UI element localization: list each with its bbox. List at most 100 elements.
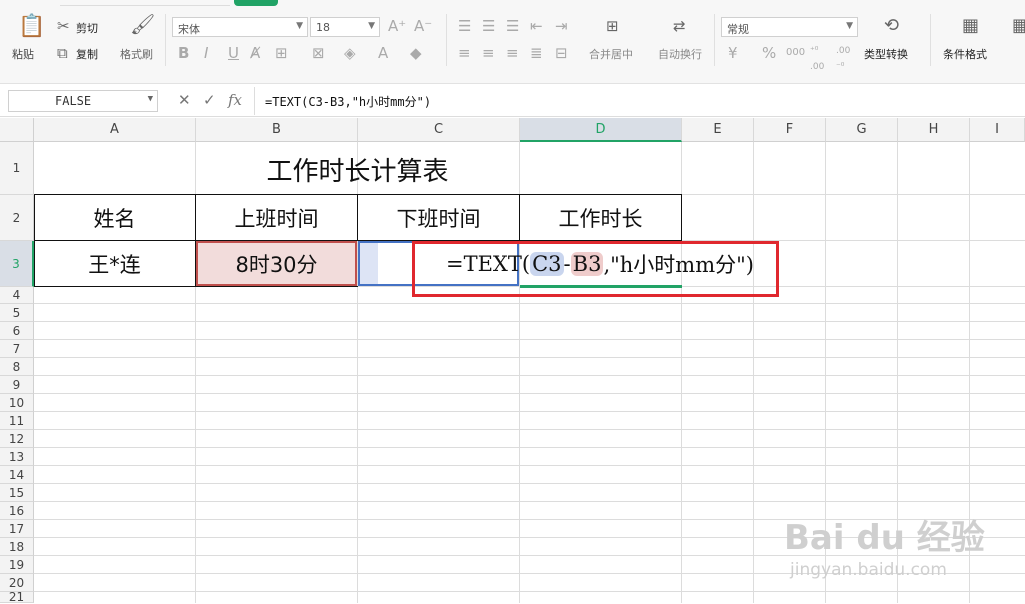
align-middle-icon[interactable]: ☰ <box>482 18 495 34</box>
row-header-9[interactable]: 9 <box>0 376 34 394</box>
italic-button[interactable]: I <box>204 45 208 61</box>
name-box-value: FALSE <box>55 94 92 108</box>
align-center-icon[interactable]: ≡ <box>482 45 495 61</box>
table-title[interactable]: 工作时长计算表 <box>34 143 681 195</box>
header-end-time[interactable]: 下班时间 <box>358 195 519 240</box>
bold-button[interactable]: B <box>178 45 189 61</box>
row-header-19[interactable]: 19 <box>0 556 34 574</box>
font-color-icon[interactable]: A <box>378 45 388 61</box>
column-header-e[interactable]: E <box>682 118 754 142</box>
cell-a3-name[interactable]: 王*连 <box>34 241 195 286</box>
scissors-icon[interactable]: ✂ <box>57 18 70 34</box>
formula-input[interactable]: =TEXT(C3-B3,"h小时mm分") <box>254 87 1025 115</box>
cell-b3-start[interactable]: 8时30分 <box>196 241 357 286</box>
column-header-g[interactable]: G <box>826 118 898 142</box>
chevron-down-icon: ▼ <box>147 94 153 104</box>
grid-line <box>34 303 1025 304</box>
confirm-icon[interactable]: ✓ <box>203 91 216 109</box>
wrap-text-button[interactable]: 自动换行 <box>658 46 702 62</box>
percent-icon[interactable]: % <box>762 45 776 61</box>
paint-bucket-icon[interactable]: ◈ <box>344 45 356 61</box>
grid-line <box>34 357 1025 358</box>
border <box>34 194 35 287</box>
select-all-corner[interactable] <box>0 118 34 142</box>
header-name[interactable]: 姓名 <box>34 195 195 240</box>
row-header-17[interactable]: 17 <box>0 520 34 538</box>
header-start-time[interactable]: 上班时间 <box>196 195 357 240</box>
active-tab-indicator[interactable] <box>234 0 278 6</box>
align-top-icon[interactable]: ☰ <box>458 18 471 34</box>
strikethrough-icon[interactable]: Ⱥ <box>250 45 260 61</box>
row-header-2[interactable]: 2 <box>0 195 34 241</box>
row-header-21[interactable]: 21 <box>0 591 34 603</box>
row-header-14[interactable]: 14 <box>0 466 34 484</box>
grid-line <box>34 447 1025 448</box>
distribute-icon[interactable]: ⊟ <box>555 45 568 61</box>
row-header-15[interactable]: 15 <box>0 484 34 502</box>
grid-line <box>34 465 1025 466</box>
row-header-1[interactable]: 1 <box>0 142 34 195</box>
eraser-icon[interactable]: ◆ <box>410 45 422 61</box>
paste-icon[interactable]: 📋 <box>18 16 45 38</box>
column-header-c[interactable]: C <box>358 118 520 142</box>
merge-icon[interactable]: ⊞ <box>606 18 619 34</box>
border-icon[interactable]: ⊞ <box>275 45 288 61</box>
header-duration[interactable]: 工作时长 <box>520 195 681 240</box>
grid-line <box>34 483 1025 484</box>
copy-icon[interactable]: ⧉ <box>57 45 68 61</box>
cut-button[interactable]: 剪切 <box>76 20 98 36</box>
row-header-10[interactable]: 10 <box>0 394 34 412</box>
paste-button[interactable]: 粘贴 <box>12 46 34 62</box>
conditional-format-button[interactable]: 条件格式 <box>943 46 987 62</box>
fill-color-icon[interactable]: ⊠ <box>312 45 325 61</box>
align-right-icon[interactable]: ≡ <box>506 45 519 61</box>
row-header-5[interactable]: 5 <box>0 304 34 322</box>
column-header-h[interactable]: H <box>898 118 970 142</box>
align-left-icon[interactable]: ≡ <box>458 45 471 61</box>
column-header-d[interactable]: D <box>520 118 682 142</box>
row-header-12[interactable]: 12 <box>0 430 34 448</box>
font-name-select[interactable]: 宋体 ▼ <box>172 17 308 37</box>
underline-button[interactable]: U <box>228 45 239 61</box>
row-header-16[interactable]: 16 <box>0 502 34 520</box>
format-painter-button[interactable]: 格式刷 <box>120 46 153 62</box>
currency-icon[interactable]: ¥ <box>728 45 738 61</box>
column-header-i[interactable]: I <box>970 118 1025 142</box>
convert-icon[interactable]: ⟲ <box>884 17 899 35</box>
format-painter-icon[interactable]: 🖌 <box>130 14 155 34</box>
align-bottom-icon[interactable]: ☰ <box>506 18 519 34</box>
justify-icon[interactable]: ≣ <box>530 45 543 61</box>
number-format-select[interactable]: 常规 ▼ <box>721 17 858 37</box>
font-size-select[interactable]: 18 ▼ <box>310 17 380 37</box>
style-icon[interactable]: ▦ <box>1012 17 1025 35</box>
table-icon[interactable]: ▦ <box>962 17 979 35</box>
row-header-18[interactable]: 18 <box>0 538 34 556</box>
row-header-8[interactable]: 8 <box>0 358 34 376</box>
name-box[interactable]: FALSE ▼ <box>8 90 158 112</box>
row-header-4[interactable]: 4 <box>0 287 34 304</box>
indent-increase-icon[interactable]: ⇥ <box>555 18 568 34</box>
column-header-b[interactable]: B <box>196 118 358 142</box>
wrap-text-icon[interactable]: ⇄ <box>673 18 686 34</box>
decrease-decimal-icon[interactable]: .00 ⁻⁰ <box>836 43 856 75</box>
shrink-font-icon[interactable]: A⁻ <box>414 18 432 34</box>
row-header-11[interactable]: 11 <box>0 412 34 430</box>
cancel-icon[interactable]: ✕ <box>178 91 191 109</box>
indent-decrease-icon[interactable]: ⇤ <box>530 18 543 34</box>
increase-decimal-icon[interactable]: ⁺⁰ .00 <box>810 43 830 75</box>
row-header-3[interactable]: 3 <box>0 241 34 287</box>
row-header-6[interactable]: 6 <box>0 322 34 340</box>
column-header-f[interactable]: F <box>754 118 826 142</box>
border <box>195 194 196 287</box>
fx-icon[interactable]: fx <box>228 91 242 109</box>
border <box>34 286 358 287</box>
thousands-icon[interactable]: 000 <box>786 45 805 61</box>
row-header-7[interactable]: 7 <box>0 340 34 358</box>
grow-font-icon[interactable]: A⁺ <box>388 18 406 34</box>
merge-center-button[interactable]: 合并居中 <box>589 46 633 62</box>
row-header-13[interactable]: 13 <box>0 448 34 466</box>
type-convert-button[interactable]: 类型转换 <box>864 46 908 62</box>
grid-line <box>753 142 754 603</box>
column-header-a[interactable]: A <box>34 118 196 142</box>
copy-button[interactable]: 复制 <box>76 46 98 62</box>
